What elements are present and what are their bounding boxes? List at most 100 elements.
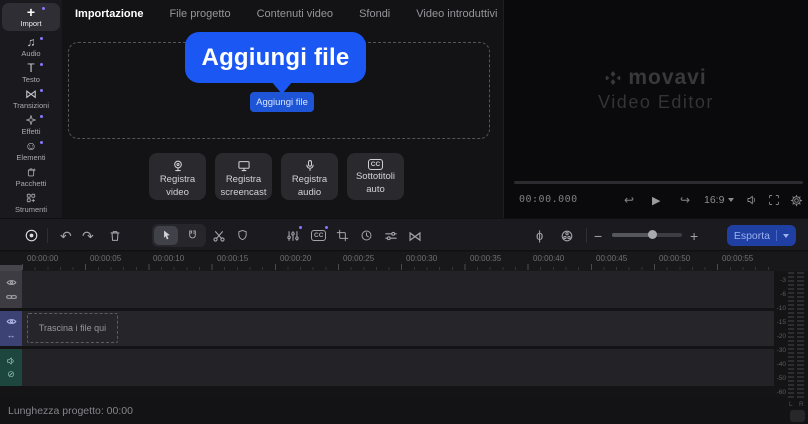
track-arrows-icon[interactable]: ↔ xyxy=(6,331,17,340)
record-button-label: auto xyxy=(366,183,385,195)
text-icon: T xyxy=(27,61,35,75)
sidebar-item-label: Effetti xyxy=(21,127,41,136)
subtitles-cc-icon[interactable]: CC xyxy=(311,219,329,252)
aspect-ratio-dropdown[interactable]: 16:9 xyxy=(704,190,735,210)
video-track: ↔ Trascina i file qui xyxy=(0,311,774,346)
drag-files-hint-label: Trascina i file qui xyxy=(38,323,107,333)
db-label: -40 xyxy=(776,361,786,368)
microphone-icon xyxy=(303,159,317,173)
ruler-tick-label: 00:00:15 xyxy=(217,254,249,263)
record-button-label: Sottotitoli xyxy=(355,171,396,182)
magnet-icon[interactable] xyxy=(180,226,204,245)
volume-icon[interactable] xyxy=(746,190,758,210)
audio-track-lane[interactable] xyxy=(22,349,774,386)
sidebar-item-effetti[interactable]: Effetti xyxy=(0,112,62,138)
ruler-labels: 00:00:00 00:00:05 00:00:10 00:00:15 00:0… xyxy=(22,254,774,264)
audio-level-meter: -3 -6 -10 -15 -20 -30 -40 -50 -60 L R xyxy=(774,267,808,423)
channel-label-right: R xyxy=(799,401,804,408)
tab-sfondi[interactable]: Sfondi xyxy=(359,8,390,20)
ruler-tick-label: 00:00:45 xyxy=(596,254,628,263)
auto-subtitles-button[interactable]: CC Sottotitoli auto xyxy=(347,153,404,200)
redo-icon[interactable]: ↷ xyxy=(82,219,94,252)
notification-dot xyxy=(40,37,43,40)
record-icon[interactable] xyxy=(24,219,39,252)
preview-timecode: 00:00.000 xyxy=(519,194,578,205)
sidebar-item-import[interactable]: + Import xyxy=(2,3,60,31)
notification-dot xyxy=(299,226,302,229)
video-track-lane[interactable]: Trascina i file qui xyxy=(22,311,774,346)
fullscreen-icon[interactable] xyxy=(768,190,780,210)
ruler-major-ticks xyxy=(22,264,774,270)
filters-sliders-icon[interactable] xyxy=(384,219,398,252)
tab-file-progetto[interactable]: File progetto xyxy=(169,8,230,20)
delete-icon[interactable] xyxy=(108,219,122,252)
audio-levels-icon[interactable] xyxy=(286,219,302,252)
zoom-in-button[interactable]: + xyxy=(690,219,698,252)
sidebar-item-label: Audio xyxy=(21,49,41,58)
tab-contenuti-video[interactable]: Contenuti video xyxy=(257,8,333,20)
sidebar-item-testo[interactable]: T Testo xyxy=(0,60,62,86)
subtitles-icon: CC xyxy=(367,159,384,170)
unlink-icon[interactable]: ⊘ xyxy=(6,370,17,379)
sidebar-item-label: Pacchetti xyxy=(15,179,47,188)
ruler-tick-label: 00:00:00 xyxy=(27,254,59,263)
overlay-track-lane[interactable] xyxy=(22,271,774,308)
add-file-button[interactable]: Aggiungi file xyxy=(250,92,314,112)
sidebar-item-strumenti[interactable]: Strumenti xyxy=(0,190,62,216)
record-video-button[interactable]: Registra video xyxy=(149,153,206,200)
selection-cursor-icon[interactable] xyxy=(154,226,178,245)
gear-icon[interactable] xyxy=(790,190,803,210)
toolbar-divider xyxy=(586,228,587,243)
ruler-tick-label: 00:00:05 xyxy=(90,254,122,263)
drag-files-hint: Trascina i file qui xyxy=(27,313,118,343)
link-icon[interactable] xyxy=(5,292,17,301)
add-file-tooltip: Aggiungi file xyxy=(185,32,366,94)
sidebar-item-transizioni[interactable]: ⋈ Transizioni xyxy=(0,86,62,112)
meter-bar-right xyxy=(797,272,804,398)
bag-icon xyxy=(25,166,37,178)
db-label: -10 xyxy=(776,305,786,312)
transitions-icon[interactable]: ⋈ xyxy=(408,219,422,252)
meter-panel-button[interactable] xyxy=(790,410,805,422)
preview-seek-bar[interactable] xyxy=(514,181,803,184)
speed-clock-icon[interactable] xyxy=(360,219,373,252)
watermark-title: movavi xyxy=(628,66,707,89)
sidebar-item-elementi[interactable]: ☺ Elementi xyxy=(0,138,62,164)
export-label: Esporta xyxy=(733,229,770,242)
sidebar-item-audio[interactable]: ♫ Audio xyxy=(0,34,62,60)
audio-track: ⊘ xyxy=(0,349,774,386)
crop-icon[interactable] xyxy=(336,219,349,252)
db-label: -15 xyxy=(776,319,786,326)
tab-importazione[interactable]: Importazione xyxy=(75,8,143,20)
movavi-watermark: movavi Video Editor xyxy=(504,66,808,113)
sidebar-item-label: Testo xyxy=(22,75,40,84)
zoom-out-button[interactable]: − xyxy=(594,219,602,252)
speaker-icon[interactable] xyxy=(6,356,17,365)
timeline-ruler[interactable]: 00:00:00 00:00:05 00:00:10 00:00:15 00:0… xyxy=(0,252,808,271)
record-button-label: Registra xyxy=(159,174,196,185)
record-screencast-button[interactable]: Registra screencast xyxy=(215,153,272,200)
eye-icon[interactable] xyxy=(6,317,17,326)
timeline-zoom-slider[interactable] xyxy=(612,230,682,239)
db-label: -50 xyxy=(776,375,786,382)
audio-track-header: ⊘ xyxy=(0,349,22,386)
skip-back-icon[interactable]: ↩ xyxy=(624,190,634,210)
skip-forward-icon[interactable]: ↪ xyxy=(680,190,690,210)
chevron-down-icon xyxy=(728,198,735,202)
eye-icon[interactable] xyxy=(6,278,17,287)
play-button[interactable]: ▶ xyxy=(652,190,660,210)
ruler-tick-label: 00:00:40 xyxy=(533,254,565,263)
sidebar-item-label: Strumenti xyxy=(14,205,48,214)
tab-video-introduttivi[interactable]: Video introduttivi xyxy=(416,8,497,20)
zoom-slider-handle[interactable] xyxy=(648,230,657,239)
top-section: + Import ♫ Audio T Testo ⋈ Transizioni E… xyxy=(0,0,808,218)
cut-scissors-icon[interactable] xyxy=(212,219,226,252)
record-audio-button[interactable]: Registra audio xyxy=(281,153,338,200)
sidebar-item-pacchetti[interactable]: Pacchetti xyxy=(0,164,62,190)
shield-icon[interactable] xyxy=(236,219,249,252)
audio-normalize-icon[interactable]: ɸ xyxy=(536,219,543,252)
color-wheel-icon[interactable] xyxy=(560,219,574,252)
export-button[interactable]: Esporta xyxy=(726,225,796,246)
plus-icon: + xyxy=(26,4,36,20)
undo-icon[interactable]: ↶ xyxy=(60,219,72,252)
